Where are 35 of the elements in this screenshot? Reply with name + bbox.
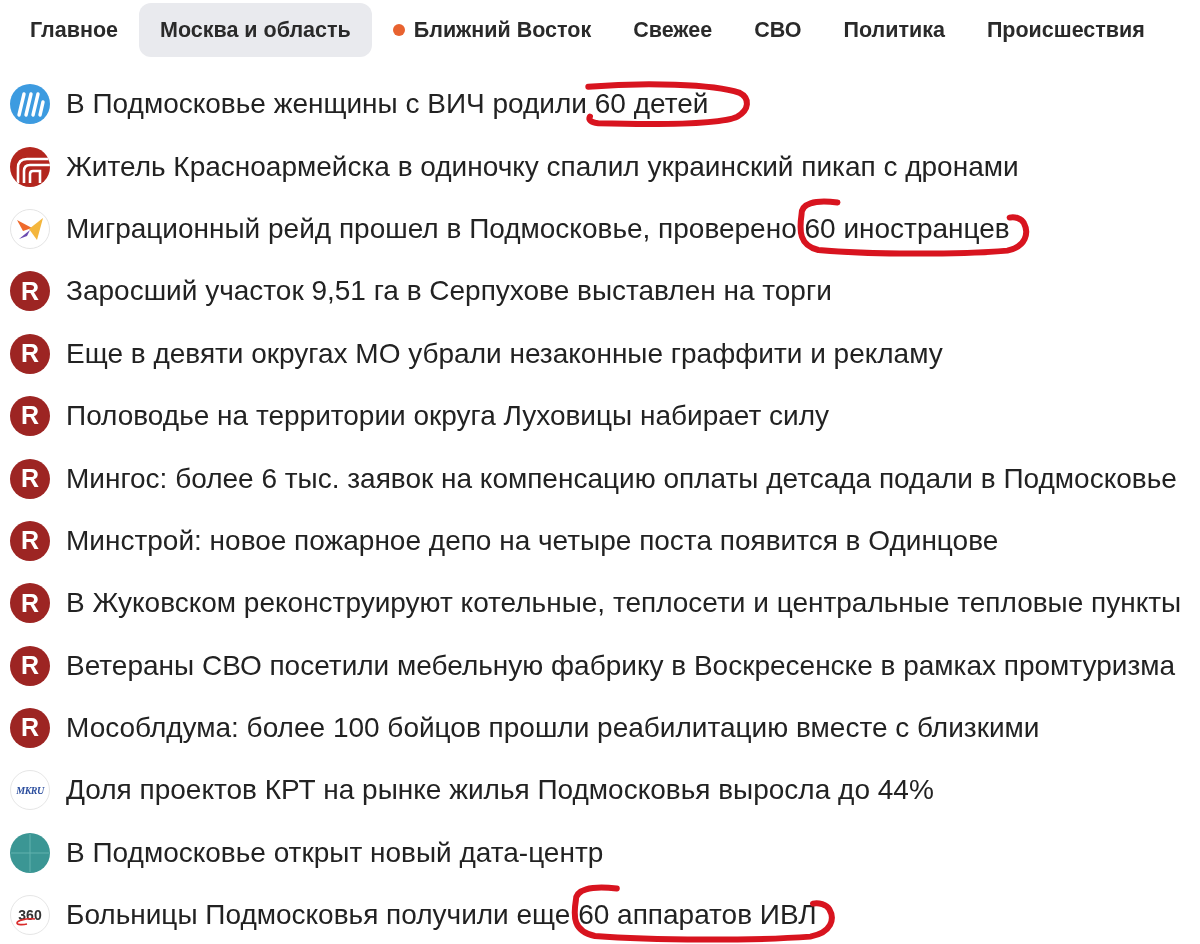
news-headline[interactable]: Житель Красноармейска в одиночку спалил украинский пикап с дронами — [66, 136, 1019, 197]
source-logo: R — [10, 645, 50, 686]
news-headline[interactable]: Мособлдума: более 100 бойцов прошли реабилитацию вместе с близкими — [66, 698, 1040, 759]
news-headline[interactable]: Мингос: более 6 тыс. заявок на компенсацию оплаты детсада подали в Подмосковье — [66, 448, 1177, 509]
category-tab[interactable]: Свежее — [612, 3, 734, 57]
news-headline[interactable]: Ветераны СВО посетили мебельную фабрику в Воскресенске в рамках промтуризма — [66, 635, 1176, 696]
news-headline[interactable]: В Жуковском реконструируют котельные, теплосети и центральные тепловые пункты — [66, 573, 1182, 634]
news-headline[interactable]: Доля проектов КРТ на рынке жилья Подмосковья выросла до 44% — [66, 760, 934, 821]
news-headline[interactable]: В Подмосковье открыт новый дата-центр — [66, 822, 604, 883]
source-logo: R — [10, 520, 50, 561]
source-logo: R — [10, 271, 50, 312]
source-logo: R — [10, 333, 50, 374]
category-tab[interactable]: СВО — [733, 3, 823, 57]
category-tab[interactable]: Политика — [822, 3, 966, 57]
arches-icon — [10, 146, 50, 187]
striped-circle-icon — [10, 84, 50, 125]
source-logo: R — [10, 396, 50, 437]
source-logo: R — [10, 708, 50, 749]
category-tab[interactable]: Москва и область — [139, 3, 372, 57]
source-logo: 360 — [10, 895, 50, 936]
bird-icon — [10, 208, 50, 249]
news-headline[interactable]: Больницы Подмосковья получили еще 60 аппаратов ИВЛ — [66, 885, 863, 944]
news-headline[interactable]: Минстрой: новое пожарное депо на четыре поста появится в Одинцове — [66, 510, 999, 571]
news-headline[interactable]: Миграционный рейд прошел в Подмосковье, проверено 60 иностранцев — [66, 198, 1056, 259]
category-tab[interactable]: Главное — [9, 3, 140, 57]
category-tab[interactable]: Происшествия — [965, 3, 1166, 57]
news-headline[interactable]: В Подмосковье женщины с ВИЧ родили 60 детей — [66, 74, 755, 135]
news-headline[interactable]: Еще в девяти округах МО убрали незаконные граффити и рекламу — [66, 323, 943, 384]
news-headline[interactable]: Половодье на территории округа Луховицы набирает силу — [66, 386, 829, 447]
category-tab[interactable]: Ближний Восток — [371, 3, 613, 57]
news-headline[interactable]: Заросший участок 9,51 га в Серпухове выставлен на торги — [66, 261, 832, 322]
source-logo: R — [10, 583, 50, 624]
source-logo: MKRU — [10, 770, 50, 811]
source-logo: R — [10, 458, 50, 499]
grid-circle-icon — [10, 832, 50, 873]
